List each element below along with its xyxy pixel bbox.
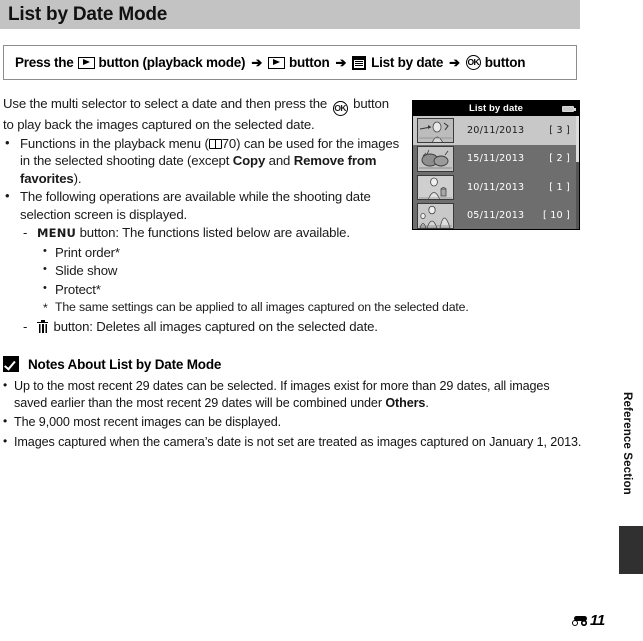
ok-button-icon: OK [465,55,481,70]
ok-button-icon-inline: OK [332,101,348,116]
bullet1-text-d: ). [73,170,82,186]
menu-option-slide-show: Slide show [3,261,403,280]
list-item[interactable]: 15/11/2013 [ 2 ] [413,145,579,174]
nav-segment-1: button (playback mode) [98,55,246,70]
book-reference-icon [208,138,222,149]
section-tab-marker [619,526,643,574]
lcd-scrollbar[interactable] [576,116,579,229]
note-text: The 9,000 most recent images can be disp… [14,415,282,429]
bullet-operations: The following operations are available w… [3,187,403,223]
nav-segment-4: button [484,55,526,70]
camera-lcd-screen: List by date 20/11/2013 [ 3 ] 15/11/2013… [412,100,580,230]
notes-header: Notes About List by Date Mode [3,356,583,372]
nav-lead-text: Press the [15,55,74,70]
note-text: Up to the most recent 29 dates can be se… [14,379,550,410]
bullet1-text-a: Functions in the playback menu ( [20,135,209,151]
notes-title: Notes About List by Date Mode [28,356,222,372]
nav-segment-3: List by date [371,55,444,70]
menu-option-label: Slide show [55,263,118,278]
menu-option-label: Protect* [55,281,101,297]
footnote-text: The same settings can be applied to all … [55,300,469,314]
intro-text-a: Use the multi selector to select a date … [3,96,328,111]
list-item[interactable]: 05/11/2013 [ 10 ] [413,202,579,230]
lcd-header: List by date [413,101,579,116]
page-title: List by Date Mode [8,3,168,25]
body-content: Use the multi selector to select a date … [3,95,469,336]
page-number: 11 [590,612,605,629]
arrow-right-icon-3: ➔ [449,55,460,70]
section-side-label: Reference Section [621,392,634,495]
footer-page-indicator: 11 [572,612,605,629]
thumbnail-photo-4 [417,203,454,229]
list-item-date: 10/11/2013 [467,181,525,193]
bullet1-ref-page: 70 [221,135,237,151]
navigation-path-box: Press the button (playback mode) ➔ butto… [3,45,577,80]
list-item-date: 15/11/2013 [467,153,525,165]
bullet1-bold-copy: Copy [232,153,266,168]
reference-section-icon [572,615,589,626]
list-item-date: 05/11/2013 [467,210,525,222]
bullet1-text-c: and [268,153,291,168]
nav-segment-2: button [288,55,330,70]
menu-icon: MENU [37,226,77,240]
playback-icon-2 [267,56,285,69]
list-item[interactable]: 20/11/2013 [ 3 ] [413,116,579,145]
navigation-path: Press the button (playback mode) ➔ butto… [13,55,527,70]
trash-icon [37,319,48,333]
menu-line-text: button: The functions listed below are a… [79,225,350,240]
check-mark-icon [3,356,19,372]
note-text: Images captured when the camera’s date i… [14,434,582,449]
arrow-right-icon-1: ➔ [251,55,262,70]
menu-option-label: Print order* [55,244,120,260]
list-item-date: 20/11/2013 [467,124,525,136]
menu-option-print-order: Print order* [3,243,403,262]
note-bold-others: Others [385,395,426,410]
menu-option-protect: Protect* [3,280,403,299]
menu-button-line: MENU button: The functions listed below … [3,224,403,243]
battery-icon [562,105,576,112]
notes-section: Notes About List by Date Mode Up to the … [3,356,583,450]
intro-paragraph: Use the multi selector to select a date … [3,95,403,134]
thumbnail-photo-3 [417,174,454,200]
bullet-playback-menu: Functions in the playback menu (70) can … [3,134,403,188]
page-title-bar: List by Date Mode [0,0,580,29]
lcd-screen-title: List by date [469,103,523,114]
list-item: The 9,000 most recent images can be disp… [3,413,583,431]
trash-line-text: button: Deletes all images captured on t… [53,318,378,334]
arrow-right-icon-2: ➔ [335,55,347,70]
playback-icon [77,56,95,69]
list-item-count: [ 3 ] [549,124,570,136]
list-item: Images captured when the camera’s date i… [3,433,583,451]
notes-list: Up to the most recent 29 dates can be se… [3,377,583,451]
thumbnail-photo-2 [417,146,454,172]
list-item[interactable]: 10/11/2013 [ 1 ] [413,173,579,202]
lcd-scrollbar-thumb[interactable] [576,116,579,162]
thumbnail-photo-1 [417,117,454,143]
footnote-star: The same settings can be applied to all … [3,299,469,317]
calendar-icon [352,55,367,70]
trash-button-line: button: Deletes all images captured on t… [3,318,403,336]
list-item: Up to the most recent 29 dates can be se… [3,377,583,411]
note-text-post: . [425,395,429,410]
lcd-date-list: 20/11/2013 [ 3 ] 15/11/2013 [ 2 ] 10/11/… [413,116,579,230]
list-item-count: [ 2 ] [549,153,570,165]
bullet2-text: The following operations are available w… [20,189,371,222]
list-item-count: [ 1 ] [549,181,570,193]
list-item-count: [ 10 ] [543,210,570,222]
